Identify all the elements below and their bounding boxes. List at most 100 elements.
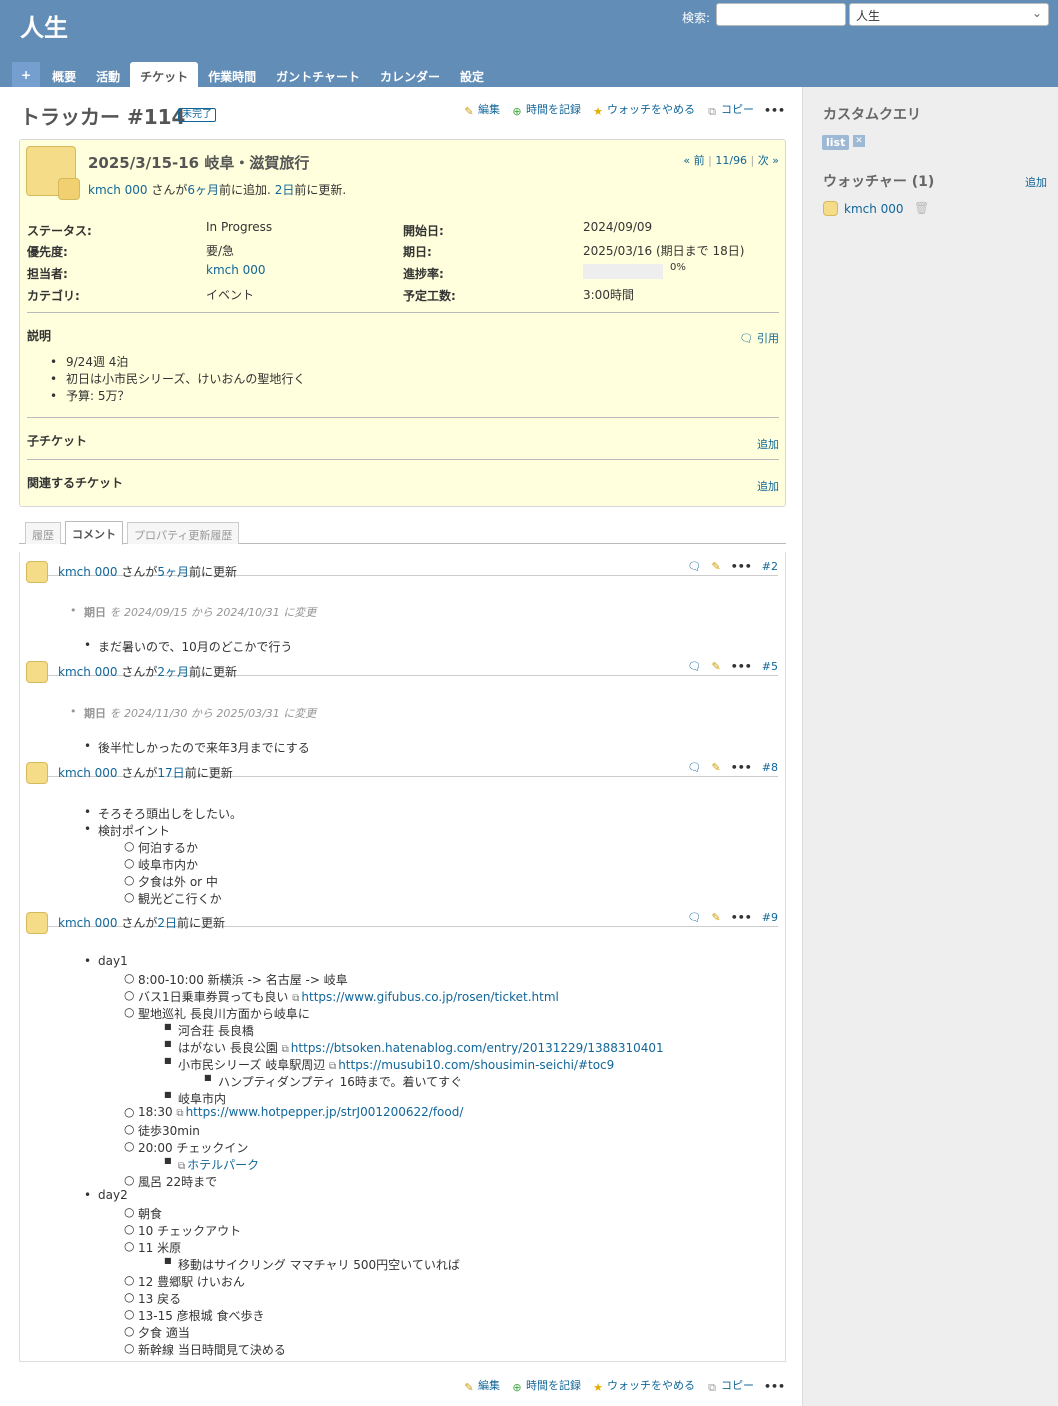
tab-history[interactable]: 履歴 xyxy=(25,522,61,544)
add-subtask-link[interactable]: 追加 xyxy=(757,436,779,452)
quote-icon[interactable]: 🗨︎ xyxy=(688,761,702,774)
more-icon[interactable]: ••• xyxy=(731,911,752,924)
added-link[interactable]: 6ヶ月 xyxy=(187,183,219,197)
external-link-icon: ⧉ xyxy=(178,1161,186,1172)
due-date-label: 期日: xyxy=(403,245,432,259)
quote-icon[interactable]: 🗨︎ xyxy=(688,660,702,673)
author-link[interactable]: kmch 000 xyxy=(58,766,118,780)
more-icon[interactable]: ••• xyxy=(731,660,752,673)
prev-issue-link[interactable]: « 前 xyxy=(683,154,704,167)
chevron-down-icon: ⌄ xyxy=(1031,6,1042,20)
time-ago-link[interactable]: 2日 xyxy=(157,916,177,930)
edit-icon[interactable]: ✎ xyxy=(711,761,720,774)
time-ago-link[interactable]: 5ヶ月 xyxy=(157,565,189,579)
list-item: • 検討ポイント xyxy=(84,822,171,838)
more-button[interactable]: ••• xyxy=(764,1380,785,1393)
copy-button[interactable]: ⧉ コピー xyxy=(705,1377,754,1395)
tab-settings[interactable]: 設定 xyxy=(450,62,494,87)
edit-button[interactable]: ✎ 編集 xyxy=(462,101,500,119)
unwatch-button[interactable]: ★ ウォッチをやめる xyxy=(591,101,695,119)
tab-overview[interactable]: 概要 xyxy=(42,62,86,87)
edit-icon[interactable]: ✎ xyxy=(711,911,720,924)
divider xyxy=(27,312,779,313)
list-item: ○ 風呂 22時まで xyxy=(124,1173,218,1189)
journal-number-link[interactable]: #8 xyxy=(762,761,778,774)
tab-new[interactable]: + xyxy=(12,62,41,87)
list-item: • day2 xyxy=(84,1188,128,1202)
external-link[interactable]: https://www.hotpepper.jp/strJ001200622/f… xyxy=(186,1105,464,1119)
external-link[interactable]: https://musubi10.com/shousimin-seichi/#t… xyxy=(338,1058,614,1072)
custom-queries-title: カスタムクエリ xyxy=(823,107,921,123)
external-link[interactable]: https://www.gifubus.co.jp/rosen/ticket.h… xyxy=(301,990,558,1004)
unwatch-button[interactable]: ★ ウォッチをやめる xyxy=(591,1377,695,1395)
quote-icon[interactable]: 🗨︎ xyxy=(688,560,702,573)
tab-property-changes[interactable]: プロパティ更新履歴 xyxy=(127,522,240,544)
edit-button[interactable]: ✎ 編集 xyxy=(462,1377,500,1395)
list-item: ○ 何泊するか xyxy=(124,839,199,855)
close-icon[interactable]: ✕ xyxy=(853,135,865,147)
query-tag-list[interactable]: list xyxy=(822,135,850,150)
issue-nav: « 前 | 11/96 | 次 » xyxy=(683,154,779,167)
time-ago-link[interactable]: 2ヶ月 xyxy=(157,665,189,679)
author-link[interactable]: kmch 000 xyxy=(58,916,118,930)
search-input[interactable] xyxy=(716,3,846,26)
journal-number-link[interactable]: #2 xyxy=(762,560,778,573)
copy-button[interactable]: ⧉ コピー xyxy=(705,101,754,119)
tab-time-entries[interactable]: 作業時間 xyxy=(198,62,266,87)
add-watcher-link[interactable]: 追加 xyxy=(1025,174,1047,190)
watchers-title: ウォッチャー (1) xyxy=(823,174,935,190)
quote-icon[interactable]: 🗨︎ xyxy=(688,911,702,924)
journal-number-link[interactable]: #5 xyxy=(762,660,778,673)
watcher-link[interactable]: kmch 000 xyxy=(844,202,904,216)
external-link[interactable]: ホテルパーク xyxy=(187,1158,259,1172)
author-link[interactable]: kmch 000 xyxy=(58,565,118,579)
sidebar: カスタムクエリ list ✕ ウォッチャー (1) 追加 kmch 000 🗑︎ xyxy=(802,87,1058,1406)
author-link[interactable]: kmch 000 xyxy=(88,183,148,197)
tab-issues[interactable]: チケット xyxy=(130,62,199,87)
pencil-icon: ✎ xyxy=(464,1381,474,1394)
project-title[interactable]: 人生 xyxy=(20,8,68,43)
list-item: ○ 朝食 xyxy=(124,1205,163,1221)
divider xyxy=(27,417,779,418)
journal-number-link[interactable]: #9 xyxy=(762,911,778,924)
journal-author-line: kmch 000 さんが2日前に更新 xyxy=(58,916,226,930)
clock-icon: ⊕ xyxy=(512,105,522,118)
status-badge: 未完了 xyxy=(178,108,216,122)
project-select-value: 人生 xyxy=(856,9,881,23)
tab-gantt[interactable]: ガントチャート xyxy=(266,62,370,87)
issue-subject: 2025/3/15-16 岐阜・滋賀旅行 xyxy=(88,154,310,172)
issue-position[interactable]: 11/96 xyxy=(715,154,747,167)
issue-details: 2025/3/15-16 岐阜・滋賀旅行 « 前 | 11/96 | 次 » k… xyxy=(19,139,786,507)
list-item: ○ 10 チェックアウト xyxy=(124,1222,242,1238)
tab-comments[interactable]: コメント xyxy=(65,521,123,545)
tab-calendar[interactable]: カレンダー xyxy=(370,62,450,87)
project-select[interactable]: 人生 ⌄ xyxy=(849,3,1049,26)
author-link[interactable]: kmch 000 xyxy=(58,665,118,679)
quote-button[interactable]: 🗨︎ 引用 xyxy=(740,330,779,346)
list-item: ○ 13 戻る xyxy=(124,1290,182,1306)
list-item: ○ 18:30 ⧉ https://www.hotpepper.jp/strJ001… xyxy=(124,1105,464,1119)
more-icon[interactable]: ••• xyxy=(731,560,752,573)
log-time-button[interactable]: ⊕ 時間を記録 xyxy=(510,101,581,119)
add-relation-link[interactable]: 追加 xyxy=(757,478,779,494)
edit-icon[interactable]: ✎ xyxy=(711,660,720,673)
assignee-link[interactable]: kmch 000 xyxy=(206,263,266,277)
external-link[interactable]: https://btsoken.hatenablog.com/entry/201… xyxy=(291,1041,664,1055)
more-button[interactable]: ••• xyxy=(764,104,785,117)
time-ago-link[interactable]: 17日 xyxy=(157,766,184,780)
updated-link[interactable]: 2日 xyxy=(275,183,295,197)
log-time-button[interactable]: ⊕ 時間を記録 xyxy=(510,1377,581,1395)
next-issue-link[interactable]: 次 » xyxy=(758,154,779,167)
estimate-label: 予定工数: xyxy=(403,289,456,303)
tab-activity[interactable]: 活動 xyxy=(86,62,130,87)
edit-icon[interactable]: ✎ xyxy=(711,560,720,573)
journal-actions: 🗨︎ ✎ ••• #9 xyxy=(688,911,779,924)
more-icon[interactable]: ••• xyxy=(731,761,752,774)
list-item: ○ 20:00 チェックイン xyxy=(124,1139,249,1155)
list-item: ○ 夕食は外 or 中 xyxy=(124,873,218,889)
star-icon: ★ xyxy=(593,105,603,118)
list-item: ○ 聖地巡礼 長良川方面から岐阜に xyxy=(124,1005,310,1021)
journal-actions: 🗨︎ ✎ ••• #2 xyxy=(688,560,779,573)
journal-list: kmch 000 さんが5ヶ月前に更新 🗨︎ ✎ ••• #2 • 期日 を 2024/… xyxy=(19,552,786,1362)
trash-icon[interactable]: 🗑︎ xyxy=(914,201,929,215)
